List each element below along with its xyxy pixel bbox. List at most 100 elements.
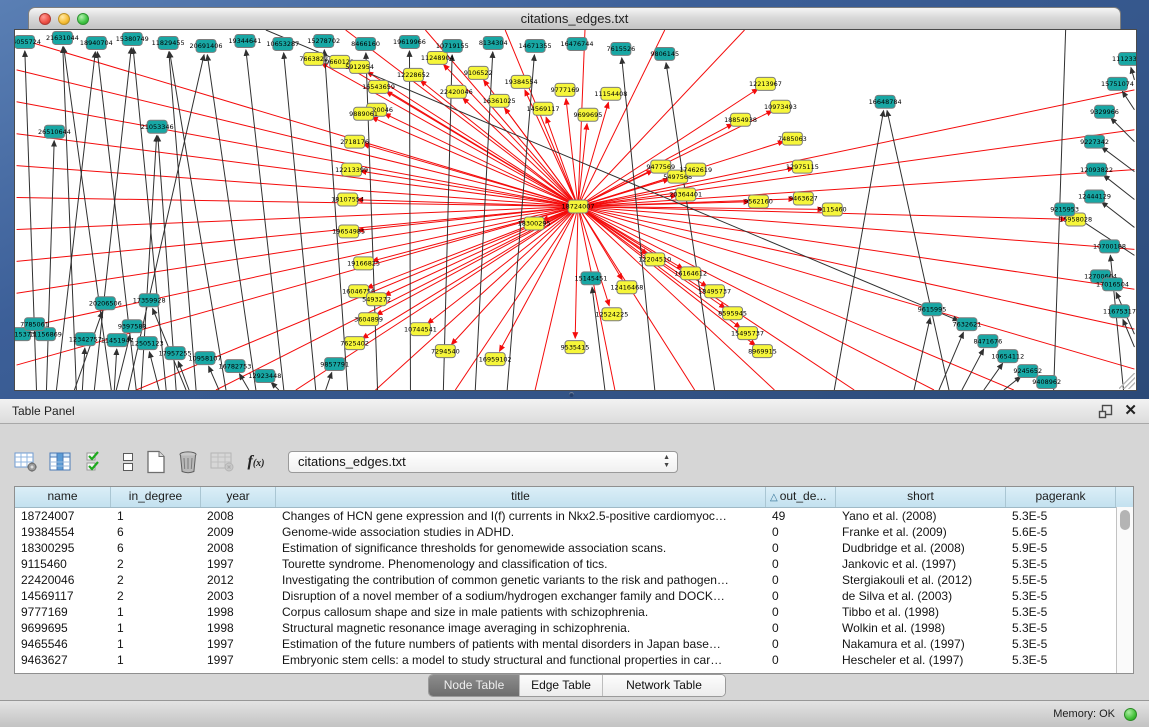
table-cell[interactable]: 5.3E-5 [1006,604,1116,620]
table-cell[interactable]: 0 [766,540,836,556]
table-cell[interactable]: 5.3E-5 [1006,588,1116,604]
table-cell[interactable]: Stergiakouli et al. (2012) [836,572,1006,588]
table-row[interactable]: 977716911998Corpus callosum shape and si… [15,604,1133,620]
column-header-title[interactable]: title [276,487,766,507]
table-cell[interactable]: Corpus callosum shape and size in male p… [276,604,766,620]
network-window-titlebar[interactable]: citations_edges.txt [28,7,1121,29]
table-cell[interactable]: Genome-wide association studies in ADHD. [276,524,766,540]
table-mode-button[interactable] [12,448,40,476]
table-cell[interactable]: 18724007 [15,508,111,524]
table-cell[interactable]: 0 [766,636,836,652]
table-cell[interactable]: Franke et al. (2009) [836,524,1006,540]
column-header-name[interactable]: name [15,487,111,507]
delete-column-button[interactable] [174,448,202,476]
tab-edge-table[interactable]: Edge Table [520,675,603,696]
node-table[interactable]: namein_degreeyeartitle△out_de...shortpag… [14,486,1134,674]
table-cell[interactable]: 2008 [201,540,276,556]
row-height-button[interactable] [114,448,142,476]
column-header-year[interactable]: year [201,487,276,507]
citation-network-graph[interactable]: 1872400776638229660128591295416543659214… [15,30,1136,390]
splitter-handle[interactable] [569,392,574,397]
tab-network-table[interactable]: Network Table [603,675,725,696]
table-cell[interactable]: 2 [111,556,201,572]
table-cell[interactable]: Yano et al. (2008) [836,508,1006,524]
table-cell[interactable]: 49 [766,508,836,524]
import-table-button[interactable] [208,448,236,476]
table-row[interactable]: 1938455462009Genome-wide association stu… [15,524,1133,540]
table-cell[interactable]: 1998 [201,604,276,620]
table-cell[interactable]: 5.6E-5 [1006,524,1116,540]
table-cell[interactable]: 19384554 [15,524,111,540]
table-cell[interactable]: 9699695 [15,620,111,636]
table-cell[interactable]: 1 [111,604,201,620]
table-cell[interactable]: 2012 [201,572,276,588]
column-header-out_de[interactable]: △out_de... [766,487,836,507]
table-cell[interactable]: 6 [111,524,201,540]
table-vertical-scrollbar[interactable] [1116,507,1133,673]
table-row[interactable]: 911546021997Tourette syndrome. Phenomeno… [15,556,1133,572]
table-cell[interactable]: 9465546 [15,636,111,652]
table-cell[interactable]: Changes of HCN gene expression and I(f) … [276,508,766,524]
table-cell[interactable]: 0 [766,556,836,572]
table-cell[interactable]: Disruption of a novel member of a sodium… [276,588,766,604]
table-cell[interactable]: 1997 [201,652,276,668]
table-cell[interactable]: 1998 [201,620,276,636]
table-row[interactable]: 946362711997Embryonic stem cells: a mode… [15,652,1133,668]
table-cell[interactable]: 5.3E-5 [1006,556,1116,572]
table-cell[interactable]: 5.5E-5 [1006,572,1116,588]
table-row[interactable]: 1456911722003Disruption of a novel membe… [15,588,1133,604]
column-header-short[interactable]: short [836,487,1006,507]
memory-ok-indicator[interactable] [1124,708,1137,721]
table-cell[interactable]: 0 [766,588,836,604]
window-resize-grip[interactable] [1119,373,1135,389]
table-cell[interactable]: 9115460 [15,556,111,572]
table-cell[interactable]: 9777169 [15,604,111,620]
table-cell[interactable]: 1997 [201,556,276,572]
table-cell[interactable]: 0 [766,604,836,620]
table-cell[interactable]: 5.3E-5 [1006,508,1116,524]
table-row[interactable]: 1830029562008Estimation of significance … [15,540,1133,556]
table-cell[interactable]: Estimation of the future numbers of pati… [276,636,766,652]
table-cell[interactable]: 2 [111,572,201,588]
table-cell[interactable]: Tibbo et al. (1998) [836,604,1006,620]
create-column-button[interactable] [142,448,170,476]
table-row[interactable]: 1872400712008Changes of HCN gene express… [15,508,1133,524]
table-cell[interactable]: 14569117 [15,588,111,604]
select-columns-button[interactable] [82,448,110,476]
table-cell[interactable]: Embryonic stem cells: a model to study s… [276,652,766,668]
table-cell[interactable]: Jankovic et al. (1997) [836,556,1006,572]
table-cell[interactable]: 1 [111,636,201,652]
table-row[interactable]: 969969511998Structural magnetic resonanc… [15,620,1133,636]
table-cell[interactable]: Wolkin et al. (1998) [836,620,1006,636]
function-builder-button[interactable]: f(x) [242,448,270,476]
table-cell[interactable]: 9463627 [15,652,111,668]
table-cell[interactable]: Dudbridge et al. (2008) [836,540,1006,556]
table-cell[interactable]: 5.3E-5 [1006,652,1116,668]
table-cell[interactable]: 2009 [201,524,276,540]
close-panel-icon[interactable]: ✕ [1124,401,1137,421]
table-cell[interactable]: 2008 [201,508,276,524]
table-cell[interactable]: 1997 [201,636,276,652]
table-cell[interactable]: Estimation of significance thresholds fo… [276,540,766,556]
table-cell[interactable]: 22420046 [15,572,111,588]
scrollbar-thumb[interactable] [1120,510,1130,530]
column-header-in_degree[interactable]: in_degree [111,487,201,507]
table-cell[interactable]: 0 [766,524,836,540]
table-cell[interactable]: 5.9E-5 [1006,540,1116,556]
table-cell[interactable]: 5.3E-5 [1006,620,1116,636]
table-cell[interactable]: Structural magnetic resonance image aver… [276,620,766,636]
network-canvas[interactable]: 1872400776638229660128591295416543659214… [14,29,1137,391]
float-panel-icon[interactable] [1098,404,1113,419]
table-cell[interactable]: 5.3E-5 [1006,636,1116,652]
show-column-button[interactable] [46,448,74,476]
table-cell[interactable]: Tourette syndrome. Phenomenology and cla… [276,556,766,572]
table-cell[interactable]: 0 [766,572,836,588]
table-cell[interactable]: Hescheler et al. (1997) [836,652,1006,668]
tab-node-table[interactable]: Node Table [429,675,520,696]
table-cell[interactable]: Nakamura et al. (1997) [836,636,1006,652]
table-cell[interactable]: 0 [766,620,836,636]
table-cell[interactable]: 1 [111,508,201,524]
table-cell[interactable]: 18300295 [15,540,111,556]
table-cell[interactable]: 2 [111,588,201,604]
table-cell[interactable]: de Silva et al. (2003) [836,588,1006,604]
